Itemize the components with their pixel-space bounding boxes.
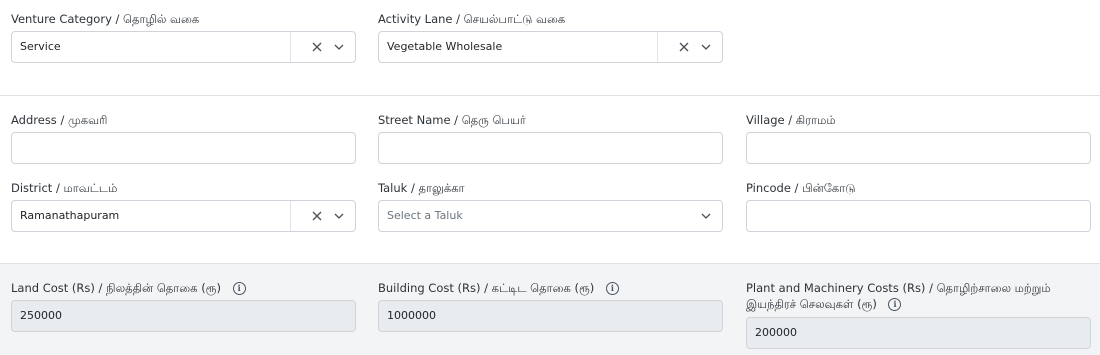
venture-section: Venture Category / தொழில் வகை Service Ac… [0,0,1100,94]
plant-machinery-cost-field: Plant and Machinery Costs (Rs) / தொழிற்ச… [746,280,1051,312]
chevron-down-icon[interactable] [698,201,714,231]
select-divider [290,32,291,62]
village-input[interactable] [746,132,1091,164]
info-icon[interactable]: i [232,282,246,295]
plant-machinery-cost-input: 200000 [746,317,1091,349]
district-field: District / மாவட்டம் [11,180,117,196]
building-cost-value: 1000000 [387,309,436,322]
plant-machinery-cost-label-line2: இயந்திரச் செலவுகள் (ரூ) [746,297,877,311]
building-cost-field: Building Cost (Rs) / கட்டிட தொகை (ரூ) i [378,280,619,296]
land-cost-input: 250000 [11,300,356,332]
activity-lane-select[interactable]: Vegetable Wholesale [378,31,723,63]
land-cost-label: Land Cost (Rs) / நிலத்தின் தொகை (ரூ) [11,281,221,295]
costs-section: Land Cost (Rs) / நிலத்தின் தொகை (ரூ) i 2… [0,263,1100,355]
chevron-down-icon[interactable] [698,32,714,62]
building-cost-input: 1000000 [378,300,723,332]
district-label: District / மாவட்டம் [11,181,118,195]
activity-lane-field: Activity Lane / செயல்பாட்டு வகை [378,11,565,27]
village-field: Village / கிராமம் [746,112,836,128]
info-icon[interactable]: i [605,282,619,295]
venture-category-select[interactable]: Service [11,31,356,63]
street-name-label: Street Name / தெரு பெயர் [378,113,526,127]
address-input[interactable] [11,132,356,164]
close-icon[interactable] [676,32,692,62]
taluk-placeholder: Select a Taluk [387,209,463,222]
plant-machinery-cost-label-line1: Plant and Machinery Costs (Rs) / தொழிற்ச… [746,281,1051,295]
location-section: Address / முகவரி Street Name / தெரு பெயர… [0,95,1100,263]
street-name-input[interactable] [378,132,723,164]
venture-category-value: Service [20,40,61,53]
chevron-down-icon[interactable] [331,201,347,231]
venture-category-field: Venture Category / தொழில் வகை [11,11,199,27]
venture-category-label: Venture Category / தொழில் வகை [11,12,200,26]
land-cost-value: 250000 [20,309,62,322]
taluk-select[interactable]: Select a Taluk [378,200,723,232]
district-value: Ramanathapuram [20,209,120,222]
village-label: Village / கிராமம் [746,113,836,127]
district-select[interactable]: Ramanathapuram [11,200,356,232]
address-field: Address / முகவரி [11,112,107,128]
taluk-field: Taluk / தாலுக்கா [378,180,465,196]
activity-lane-value: Vegetable Wholesale [387,40,503,53]
close-icon[interactable] [309,32,325,62]
activity-lane-label: Activity Lane / செயல்பாட்டு வகை [378,12,566,26]
select-divider [290,201,291,231]
chevron-down-icon[interactable] [331,32,347,62]
info-icon[interactable]: i [888,298,902,311]
pincode-input[interactable] [746,200,1091,232]
pincode-field: Pincode / பின்கோடு [746,180,856,196]
plant-machinery-cost-value: 200000 [755,326,797,339]
building-cost-label: Building Cost (Rs) / கட்டிட தொகை (ரூ) [378,281,595,295]
close-icon[interactable] [309,201,325,231]
street-name-field: Street Name / தெரு பெயர் [378,112,526,128]
land-cost-field: Land Cost (Rs) / நிலத்தின் தொகை (ரூ) i [11,280,246,296]
select-divider [657,32,658,62]
address-label: Address / முகவரி [11,113,108,127]
taluk-label: Taluk / தாலுக்கா [378,181,465,195]
pincode-label: Pincode / பின்கோடு [746,181,856,195]
